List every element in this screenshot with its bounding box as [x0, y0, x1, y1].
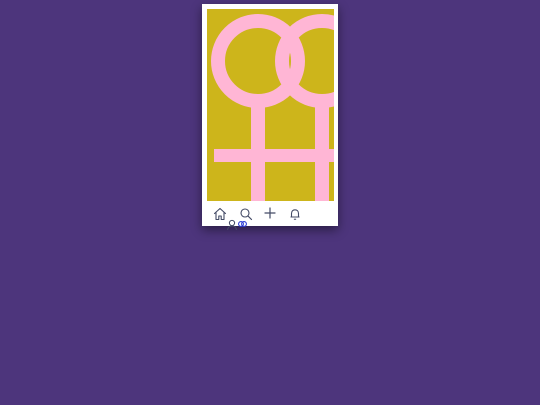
venus-crossbar	[214, 149, 334, 162]
double-venus-symbol	[207, 9, 334, 201]
poster-image[interactable]	[207, 9, 334, 201]
plus-icon[interactable]	[262, 205, 278, 221]
phone-frame	[202, 4, 338, 231]
bell-icon[interactable]	[287, 206, 303, 222]
bottom-nav-bar	[202, 201, 338, 231]
profile-icon[interactable]	[226, 219, 250, 231]
